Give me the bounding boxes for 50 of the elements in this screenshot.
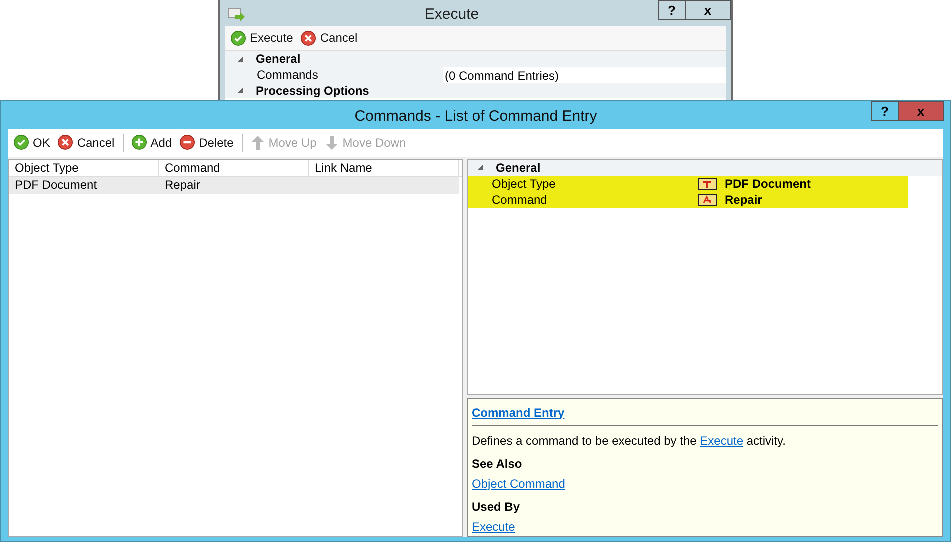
toolbar-button[interactable]: OK (12, 134, 52, 152)
pdf-icon (698, 178, 717, 190)
help-title-link[interactable]: Command Entry (472, 404, 565, 422)
property-value: (0 Command Entries) (443, 67, 726, 83)
delete-icon (180, 135, 196, 150)
property-name: Object Type (491, 176, 557, 192)
category-label: Processing Options (256, 84, 370, 98)
column-header[interactable]: Link Name (309, 160, 459, 176)
help-link[interactable]: Object Command (472, 474, 566, 492)
table-row[interactable]: PDF Document Repair (9, 176, 459, 194)
section-heading: See Also (472, 456, 524, 472)
table-cell-text: PDF Document (14, 176, 98, 194)
down-arrow-icon (324, 134, 339, 150)
help-link[interactable]: Execute (472, 518, 516, 536)
up-arrow-icon (250, 134, 265, 150)
property-name: Commands (256, 67, 320, 84)
column-header[interactable]: Object Type (9, 160, 159, 176)
execute-link[interactable]: Execute (700, 434, 744, 448)
cancel-icon (58, 135, 74, 150)
check-icon (14, 135, 29, 150)
section-heading: Used By (472, 498, 522, 516)
add-icon (132, 135, 147, 150)
collapse-icon (237, 87, 244, 94)
window-title: Execute (424, 5, 480, 25)
pdf-icon (698, 194, 717, 206)
toolbar-button[interactable]: Execute (229, 29, 296, 47)
collapse-icon (477, 164, 484, 171)
property-row[interactable]: Object Type PDF Document (468, 176, 908, 192)
column-header[interactable]: Command (159, 160, 309, 176)
check-icon (231, 30, 246, 46)
category-label: General (256, 51, 301, 68)
app-icon (228, 8, 246, 22)
category-label: General (496, 160, 541, 176)
toolbar-button[interactable]: Cancel (56, 134, 117, 152)
toolbar-button[interactable]: Cancel (299, 29, 360, 47)
property-name: Command (491, 192, 548, 208)
table-cell-text: Repair (164, 176, 202, 194)
window-title: Commands - List of Command Entry (354, 107, 598, 127)
property-value: Repair (725, 192, 762, 208)
toolbar-button[interactable]: Add (130, 134, 174, 152)
collapse-icon (237, 56, 244, 62)
help-button[interactable]: ? (871, 101, 899, 121)
property-row[interactable]: Command Repair (468, 192, 908, 208)
help-button[interactable]: ? (658, 0, 686, 20)
close-button[interactable]: x (899, 101, 944, 121)
description-text: Defines a command to be executed by the Execute activity. (472, 432, 787, 450)
toolbar-button[interactable]: Delete (178, 134, 236, 152)
close-button[interactable]: x (686, 0, 731, 20)
cancel-icon (301, 30, 316, 46)
property-value: PDF Document (725, 176, 812, 192)
